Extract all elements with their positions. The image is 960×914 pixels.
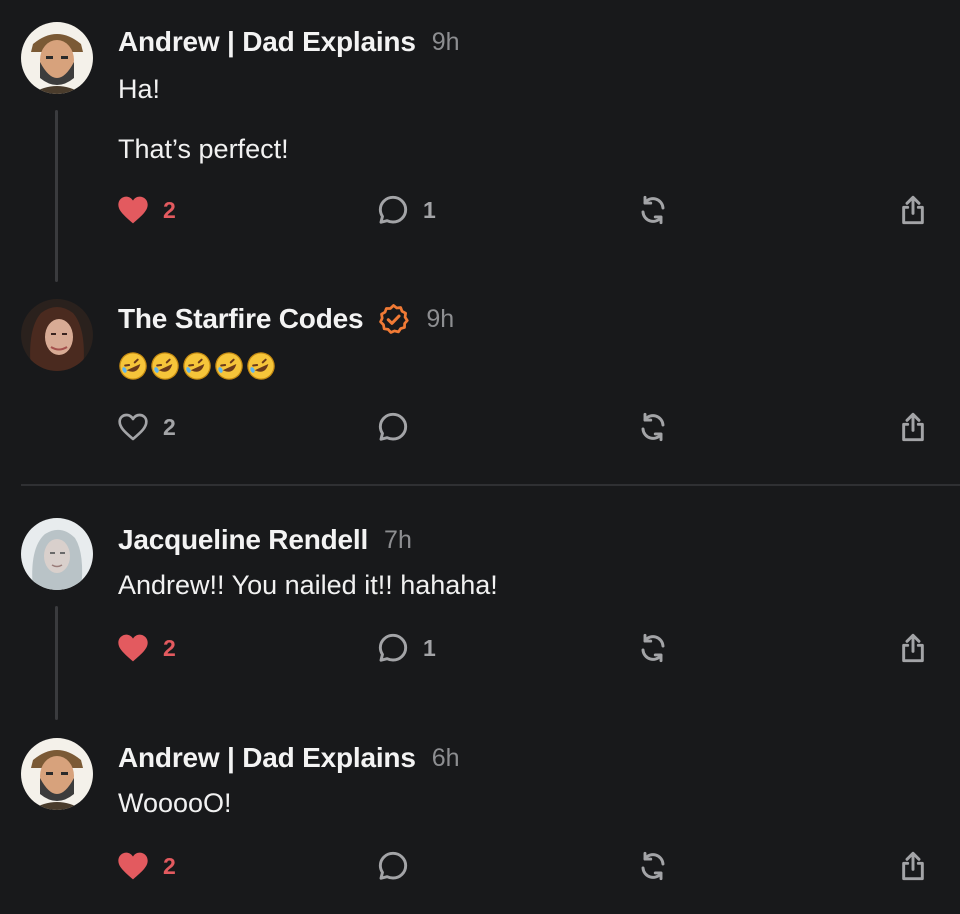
repost-icon bbox=[641, 851, 665, 881]
share-icon bbox=[902, 195, 924, 225]
repost-icon bbox=[641, 412, 665, 442]
author-name[interactable]: Andrew | Dad Explains bbox=[118, 26, 416, 58]
post-text: WooooO! bbox=[118, 788, 232, 818]
timestamp[interactable]: 9h bbox=[426, 305, 454, 334]
author-name[interactable]: Andrew | Dad Explains bbox=[118, 742, 416, 774]
author-name[interactable]: The Starfire Codes bbox=[118, 303, 364, 335]
comment-icon bbox=[378, 633, 408, 662]
like-count: 2 bbox=[163, 634, 176, 661]
author-name[interactable]: Jacqueline Rendell bbox=[118, 524, 368, 556]
reply-button[interactable]: 1 bbox=[377, 628, 436, 668]
avatar-image bbox=[21, 299, 93, 371]
avatar-image bbox=[21, 738, 93, 810]
avatar[interactable] bbox=[21, 738, 93, 810]
reply-button[interactable]: 1 bbox=[377, 190, 436, 230]
reply-count: 1 bbox=[423, 196, 436, 223]
action-bar: 2 bbox=[0, 407, 960, 447]
post-text: That’s perfect! bbox=[118, 134, 289, 164]
avatar[interactable] bbox=[21, 22, 93, 94]
repost-button[interactable] bbox=[637, 407, 669, 447]
action-bar: 2 1 bbox=[0, 628, 960, 668]
rolling-on-floor-laughing-icon bbox=[247, 352, 275, 380]
thread-divider bbox=[21, 484, 960, 486]
action-bar: 2 1 bbox=[0, 190, 960, 230]
timestamp[interactable]: 9h bbox=[432, 28, 460, 57]
reply-count: 1 bbox=[423, 634, 436, 661]
timestamp[interactable]: 6h bbox=[432, 744, 460, 773]
heart-filled-icon bbox=[118, 634, 148, 662]
repost-button[interactable] bbox=[637, 846, 669, 886]
post-text: Andrew!! You nailed it!! hahaha! bbox=[118, 570, 498, 600]
like-count: 2 bbox=[163, 196, 176, 223]
rolling-on-floor-laughing-icon bbox=[183, 352, 211, 380]
avatar[interactable] bbox=[21, 518, 93, 590]
comment-icon bbox=[378, 412, 408, 441]
repost-button[interactable] bbox=[637, 628, 669, 668]
share-icon bbox=[902, 851, 924, 881]
action-bar: 2 bbox=[0, 846, 960, 886]
like-count: 2 bbox=[163, 852, 176, 879]
avatar-image bbox=[21, 518, 93, 590]
share-button[interactable] bbox=[897, 846, 929, 886]
like-button[interactable]: 2 bbox=[117, 190, 176, 230]
avatar[interactable] bbox=[21, 299, 93, 371]
timestamp[interactable]: 7h bbox=[384, 526, 412, 555]
like-count: 2 bbox=[163, 413, 176, 440]
heart-filled-icon bbox=[118, 852, 148, 880]
comment-icon bbox=[378, 195, 408, 224]
rolling-on-floor-laughing-icon bbox=[151, 352, 179, 380]
rolling-on-floor-laughing-icon bbox=[119, 352, 147, 380]
repost-icon bbox=[641, 195, 665, 225]
comment-icon bbox=[378, 851, 408, 880]
post-text: Ha! bbox=[118, 74, 161, 104]
reply-button[interactable] bbox=[377, 407, 409, 447]
share-icon bbox=[902, 412, 924, 442]
share-button[interactable] bbox=[897, 628, 929, 668]
share-button[interactable] bbox=[897, 407, 929, 447]
like-button[interactable]: 2 bbox=[117, 846, 176, 886]
verified-badge-icon bbox=[379, 303, 409, 334]
heart-outline-icon bbox=[118, 413, 148, 441]
repost-icon bbox=[641, 633, 665, 663]
like-button[interactable]: 2 bbox=[117, 407, 176, 447]
share-icon bbox=[902, 633, 924, 663]
avatar-image bbox=[21, 22, 93, 94]
rolling-on-floor-laughing-icon bbox=[215, 352, 243, 380]
reply-button[interactable] bbox=[377, 846, 409, 886]
emoji-text bbox=[118, 351, 278, 381]
repost-button[interactable] bbox=[637, 190, 669, 230]
share-button[interactable] bbox=[897, 190, 929, 230]
like-button[interactable]: 2 bbox=[117, 628, 176, 668]
heart-filled-icon bbox=[118, 196, 148, 224]
